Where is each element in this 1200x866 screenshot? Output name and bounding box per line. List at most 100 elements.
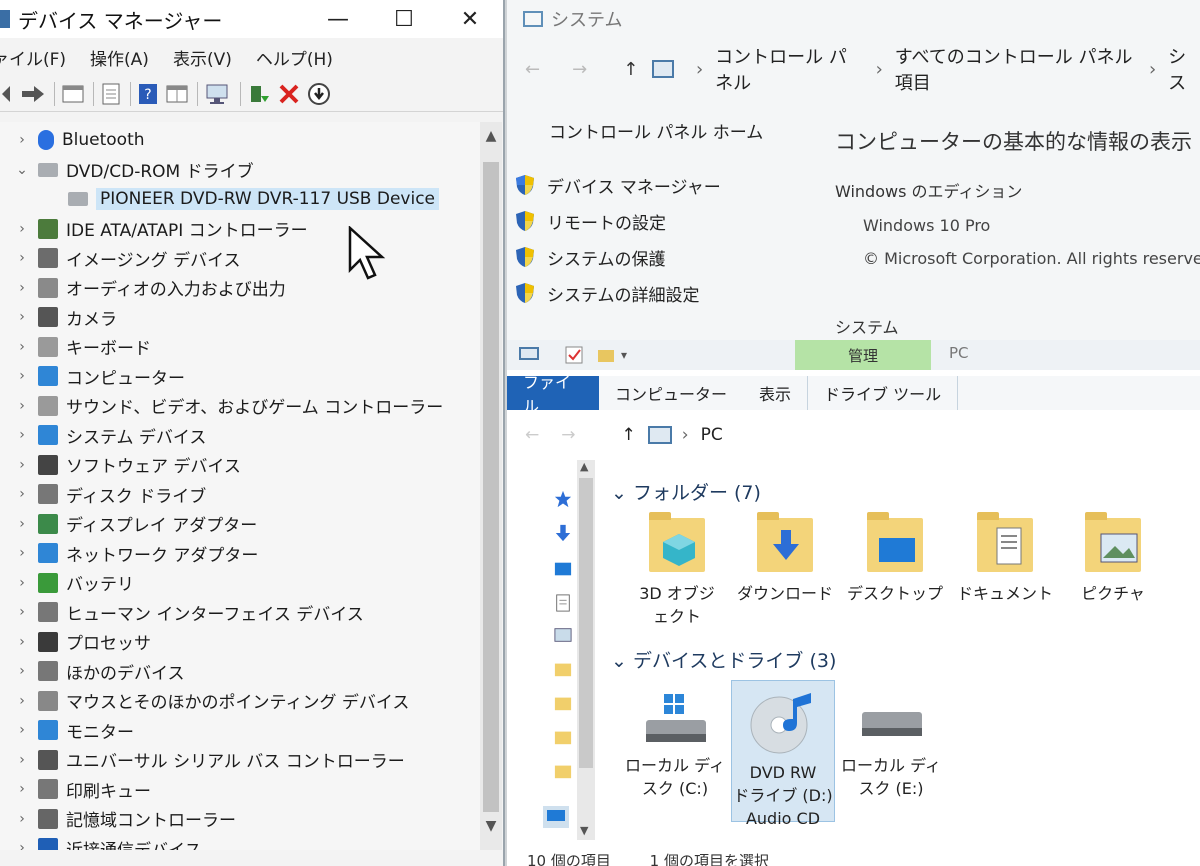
tree-item[interactable]: › サウンド、ビデオ、およびゲーム コントローラー [16,392,443,420]
scrollbar-thumb[interactable] [579,478,593,768]
tree-view-icon[interactable] [61,81,85,107]
chevron-right-icon[interactable]: › [16,722,28,738]
tree-item[interactable]: › コンピューター [16,362,185,390]
update-driver-icon[interactable] [247,81,271,107]
system-title-bar[interactable]: システム [507,0,1200,38]
chevron-right-icon[interactable]: › [16,634,28,650]
tree-item[interactable]: › 近接通信デバイス [16,834,202,850]
navigation-scrollbar[interactable]: ▲ ▼ [577,460,595,840]
chevron-down-icon[interactable]: ⌄ [16,162,28,178]
drive-c[interactable]: ローカル ディ スク (C:) [623,692,727,800]
drive-d-dvd[interactable]: DVD RW ドライブ (D:) Audio CD [731,680,835,828]
tree-item[interactable]: › Bluetooth [16,126,145,154]
folder-icon[interactable] [553,762,573,780]
uninstall-icon[interactable] [277,81,301,107]
breadcrumb-system[interactable]: シス [1168,43,1200,95]
details-icon[interactable] [165,81,189,107]
checkbox-icon[interactable] [565,346,583,364]
folder-3d-objects[interactable]: 3D オブジェクト [625,512,729,628]
picture-icon[interactable] [553,626,573,644]
download-arrow-icon[interactable] [553,524,573,542]
close-button[interactable]: ✕ [437,0,503,38]
tree-item[interactable]: ⌄ DVD/CD-ROM ドライブ [16,156,253,184]
menu-help[interactable]: ヘルプ(H) [256,45,333,70]
chevron-right-icon[interactable]: › [16,693,28,709]
up-arrow-icon[interactable]: ↑ [622,425,636,445]
scroll-up-icon[interactable]: ▲ [480,128,502,144]
star-icon[interactable] [553,490,573,508]
chevron-right-icon[interactable]: › [16,132,28,148]
drive-e[interactable]: ローカル ディ スク (E:) [839,692,943,800]
properties-icon[interactable] [100,81,122,107]
link-remote-settings[interactable]: リモートの設定 [515,203,827,239]
folder-downloads[interactable]: ダウンロード [733,512,837,605]
scan-hardware-icon[interactable] [204,81,232,107]
back-arrow-icon[interactable]: ← [525,59,540,80]
address-pc[interactable]: PC [701,425,723,445]
help-icon[interactable]: ? [137,81,159,107]
chevron-right-icon[interactable]: › [16,811,28,827]
tree-scrollbar[interactable]: ▲ ▼ [480,122,502,850]
tree-item[interactable]: › プロセッサ [16,628,151,656]
link-system-protection[interactable]: システムの保護 [515,239,827,275]
tree-item[interactable]: › ソフトウェア デバイス [16,451,241,479]
forward-icon[interactable] [20,81,46,107]
chevron-right-icon[interactable]: › [16,398,28,414]
chevron-right-icon[interactable]: › [16,545,28,561]
chevron-right-icon[interactable]: › [16,781,28,797]
chevron-right-icon[interactable]: › [16,752,28,768]
folder-small-icon[interactable] [597,346,615,364]
link-device-manager[interactable]: デバイス マネージャー [515,167,827,203]
desktop-icon[interactable] [553,560,573,578]
tree-item[interactable]: › 記憶域コントローラー [16,805,236,833]
tree-item[interactable]: › ディスク ドライブ [16,480,206,508]
back-arrow-icon[interactable]: ← [525,425,539,445]
chevron-right-icon[interactable]: › [16,309,28,325]
scrollbar-thumb[interactable] [483,162,499,812]
breadcrumb-all-items[interactable]: すべてのコントロール パネル項目 [895,43,1137,95]
tree-item[interactable]: › イメージング デバイス [16,244,241,272]
chevron-right-icon[interactable]: › [16,457,28,473]
tree-item[interactable]: › バッテリ [16,569,134,597]
document-icon[interactable] [553,594,573,612]
tab-file[interactable]: ファイル [507,373,599,416]
folder-icon[interactable] [553,694,573,712]
control-panel-home-link[interactable]: コントロール パネル ホーム [549,118,827,143]
tree-item[interactable]: › モニター [16,716,134,744]
tree-item[interactable]: › ネットワーク アダプター [16,539,258,567]
folder-documents[interactable]: ドキュメント [953,512,1057,605]
tree-item[interactable]: › IDE ATA/ATAPI コントローラー [16,215,308,243]
manage-tab[interactable]: 管理 [795,340,931,370]
chevron-right-icon[interactable]: › [16,516,28,532]
folder-icon[interactable] [553,728,573,746]
menu-view[interactable]: 表示(V) [173,45,232,70]
scroll-down-icon[interactable]: ▼ [580,824,588,837]
title-bar[interactable]: デバイス マネージャー — ☐ ✕ [0,0,503,38]
up-arrow-icon[interactable]: ↑ [623,59,638,80]
folder-icon[interactable] [553,660,573,678]
menu-action[interactable]: 操作(A) [90,45,149,70]
back-icon[interactable] [0,81,14,107]
tree-item[interactable]: PIONEER DVD-RW DVR-117 USB Device [58,185,440,213]
menu-file[interactable]: ァイル(F) [0,45,66,70]
folders-group-header[interactable]: ⌄ フォルダー (7) [611,478,761,505]
folder-desktop[interactable]: デスクトップ [843,512,947,605]
tree-item[interactable]: › マウスとそのほかのポインティング デバイス [16,687,409,715]
chevron-right-icon[interactable]: › [16,280,28,296]
maximize-button[interactable]: ☐ [371,0,437,38]
chevron-right-icon[interactable]: › [16,604,28,620]
this-pc-icon[interactable] [543,806,569,828]
chevron-down-icon[interactable]: ▾ [621,348,627,362]
scroll-up-icon[interactable]: ▲ [580,460,588,473]
tree-item[interactable]: › ユニバーサル シリアル バス コントローラー [16,746,405,774]
tree-item[interactable]: › オーディオの入力および出力 [16,274,286,302]
tab-drive-tools[interactable]: ドライブ ツール [807,376,959,410]
tree-item[interactable]: › ヒューマン インターフェイス デバイス [16,598,364,626]
chevron-right-icon[interactable]: › [16,575,28,591]
tree-item[interactable]: › システム デバイス [16,421,206,449]
chevron-right-icon[interactable]: › [16,221,28,237]
devices-group-header[interactable]: ⌄ デバイスとドライブ (3) [611,646,836,673]
chevron-right-icon[interactable]: › [16,840,28,850]
chevron-right-icon[interactable]: › [16,368,28,384]
tree-item[interactable]: › ディスプレイ アダプター [16,510,257,538]
